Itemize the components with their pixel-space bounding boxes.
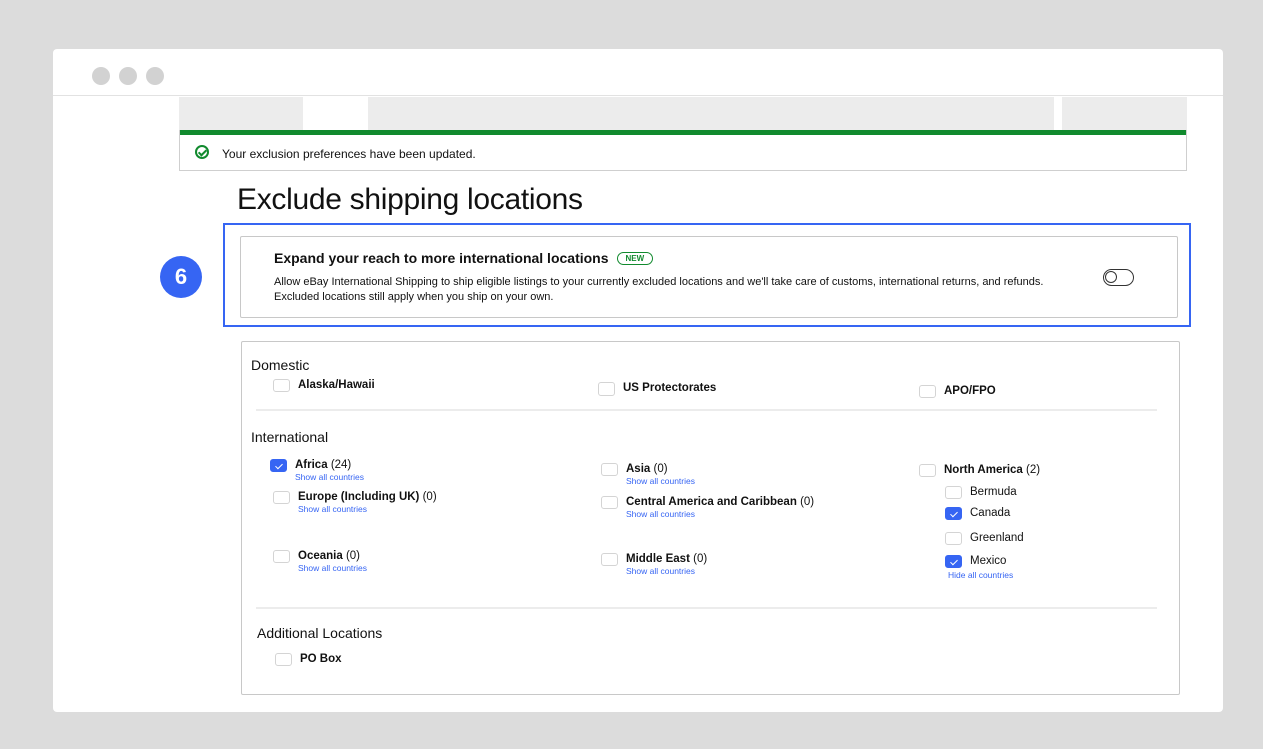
nav-block-left	[179, 97, 303, 130]
show-all-countries-link[interactable]: Show all countries	[626, 567, 707, 576]
success-banner: Your exclusion preferences have been upd…	[179, 130, 1187, 171]
hide-all-countries-link[interactable]: Hide all countries	[948, 571, 1013, 580]
checkbox[interactable]	[273, 550, 290, 563]
divider	[256, 607, 1157, 609]
additional-po-box[interactable]: PO Box	[275, 652, 342, 667]
international-promo-card: Expand your reach to more international …	[240, 236, 1178, 318]
nav-block-center	[368, 97, 1054, 130]
country-label: Bermuda	[970, 486, 1017, 498]
country-label: Greenland	[970, 532, 1024, 544]
checkbox-checked[interactable]	[945, 555, 962, 568]
checkbox[interactable]	[945, 486, 962, 499]
region-count: (24)	[330, 459, 352, 471]
item-label: PO Box	[300, 653, 342, 665]
region-label: Asia	[626, 463, 651, 475]
checkbox[interactable]	[945, 532, 962, 545]
region-label: Central America and Caribbean	[626, 496, 797, 508]
region-asia[interactable]: Asia (0) Show all countries	[601, 462, 695, 486]
country-label: Canada	[970, 507, 1011, 519]
checkbox[interactable]	[275, 653, 292, 666]
window-divider	[53, 95, 1223, 96]
check-circle-icon	[195, 145, 209, 159]
region-count: (0)	[653, 463, 668, 475]
checkbox-checked[interactable]	[945, 507, 962, 520]
country-canada[interactable]: Canada	[945, 506, 1010, 521]
promo-description: Allow eBay International Shipping to shi…	[274, 276, 1044, 303]
exclusions-panel: Domestic Alaska/Hawaii US Protectorates …	[241, 341, 1180, 695]
step-badge: 6	[160, 256, 202, 298]
additional-locations-title: Additional Locations	[257, 625, 383, 641]
nav-block-right	[1062, 97, 1187, 130]
region-north-america[interactable]: North America (2)	[919, 463, 1040, 478]
region-label: Europe (Including UK)	[298, 491, 420, 503]
checkbox[interactable]	[919, 464, 936, 477]
window-dot-icon[interactable]	[146, 67, 164, 85]
checkbox[interactable]	[273, 491, 290, 504]
checkbox[interactable]	[273, 379, 290, 392]
region-label: Oceania	[298, 550, 343, 562]
browser-window: Your exclusion preferences have been upd…	[53, 49, 1223, 712]
toggle-knob	[1105, 271, 1117, 283]
promo-title-text: Expand your reach to more international …	[274, 250, 609, 266]
checkbox[interactable]	[601, 496, 618, 509]
region-europe[interactable]: Europe (Including UK) (0) Show all count…	[273, 490, 437, 514]
show-all-countries-link[interactable]: Show all countries	[626, 510, 814, 519]
checkbox[interactable]	[601, 463, 618, 476]
region-central-america[interactable]: Central America and Caribbean (0) Show a…	[601, 495, 814, 519]
window-dot-icon[interactable]	[119, 67, 137, 85]
region-count: (0)	[345, 550, 361, 562]
item-label: Alaska/Hawaii	[298, 379, 375, 391]
country-bermuda[interactable]: Bermuda	[945, 485, 1017, 500]
show-all-countries-link[interactable]: Show all countries	[295, 473, 364, 482]
item-label: US Protectorates	[623, 382, 717, 394]
checkbox[interactable]	[919, 385, 936, 398]
success-bar	[180, 130, 1186, 135]
window-controls	[92, 67, 164, 85]
region-count: (0)	[422, 491, 437, 503]
region-label: North America	[944, 464, 1023, 476]
region-label: Africa	[295, 459, 328, 471]
region-oceania[interactable]: Oceania (0) Show all countries	[273, 549, 367, 573]
checkbox[interactable]	[601, 553, 618, 566]
region-africa[interactable]: Africa (24) Show all countries	[270, 458, 364, 482]
window-dot-icon[interactable]	[92, 67, 110, 85]
country-mexico[interactable]: Mexico	[945, 554, 1006, 569]
item-label: APO/FPO	[944, 385, 996, 397]
show-all-countries-link[interactable]: Show all countries	[626, 477, 695, 486]
page-title: Exclude shipping locations	[237, 183, 583, 216]
region-count: (0)	[693, 553, 708, 565]
country-label: Mexico	[970, 555, 1007, 567]
promo-title: Expand your reach to more international …	[274, 250, 654, 266]
region-label: Middle East	[626, 553, 690, 565]
checkbox-checked[interactable]	[270, 459, 287, 472]
new-badge: NEW	[616, 252, 654, 265]
domestic-alaska-hawaii[interactable]: Alaska/Hawaii	[273, 378, 375, 393]
country-greenland[interactable]: Greenland	[945, 531, 1024, 546]
international-title: International	[251, 429, 329, 445]
banner-message: Your exclusion preferences have been upd…	[222, 147, 476, 161]
show-all-countries-link[interactable]: Show all countries	[298, 564, 367, 573]
domestic-title: Domestic	[251, 357, 310, 373]
international-shipping-toggle[interactable]	[1103, 269, 1134, 286]
region-count: (0)	[800, 496, 815, 508]
region-count: (2)	[1026, 464, 1041, 476]
domestic-us-protectorates[interactable]: US Protectorates	[598, 381, 716, 396]
divider	[256, 409, 1157, 411]
show-all-countries-link[interactable]: Show all countries	[298, 505, 437, 514]
domestic-apo-fpo[interactable]: APO/FPO	[919, 384, 996, 399]
nav-placeholder	[179, 97, 1187, 131]
checkbox[interactable]	[598, 382, 615, 396]
region-middle-east[interactable]: Middle East (0) Show all countries	[601, 552, 707, 576]
